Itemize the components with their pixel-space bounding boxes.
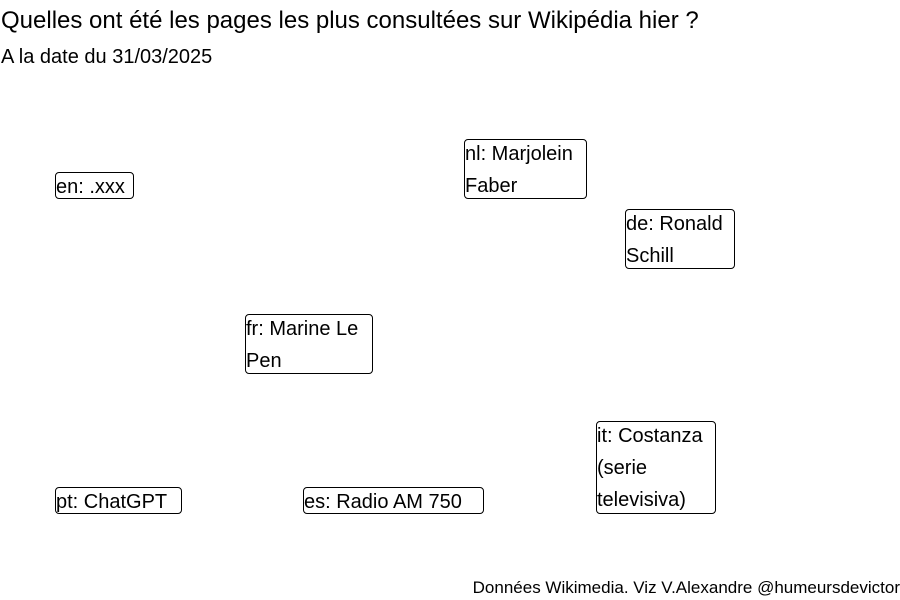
- label-en-line-1: en: .xxx: [56, 176, 125, 198]
- label-it-line-2: (serie: [597, 457, 648, 479]
- label-pt-line-1: pt: ChatGPT: [56, 491, 168, 513]
- label-it-line-3: televisiva): [597, 489, 686, 511]
- label-fr: fr: Marine Le Pen: [245, 314, 373, 374]
- page-subtitle: A la date du 31/03/2025: [1, 46, 213, 68]
- label-de-line-1: de: Ronald: [626, 213, 723, 235]
- label-de-line-2: Schill: [626, 245, 674, 267]
- label-de: de: Ronald Schill: [625, 209, 735, 269]
- label-fr-line-2: Pen: [246, 350, 282, 372]
- label-it-line-1: it: Costanza: [597, 425, 703, 447]
- page-title: Quelles ont été les pages les plus consu…: [1, 7, 699, 34]
- source-caption: Données Wikimedia. Viz V.Alexandre @hume…: [472, 578, 900, 597]
- label-nl: nl: Marjolein Faber: [464, 139, 587, 199]
- label-en: en: .xxx: [55, 172, 134, 199]
- label-it: it: Costanza (serie televisiva): [596, 421, 716, 514]
- label-es: es: Radio AM 750: [303, 487, 484, 514]
- label-fr-line-1: fr: Marine Le: [246, 318, 359, 340]
- label-pt: pt: ChatGPT: [55, 487, 182, 514]
- label-nl-line-2: Faber: [465, 175, 518, 197]
- label-es-line-1: es: Radio AM 750: [304, 491, 462, 513]
- label-nl-line-1: nl: Marjolein: [465, 143, 573, 165]
